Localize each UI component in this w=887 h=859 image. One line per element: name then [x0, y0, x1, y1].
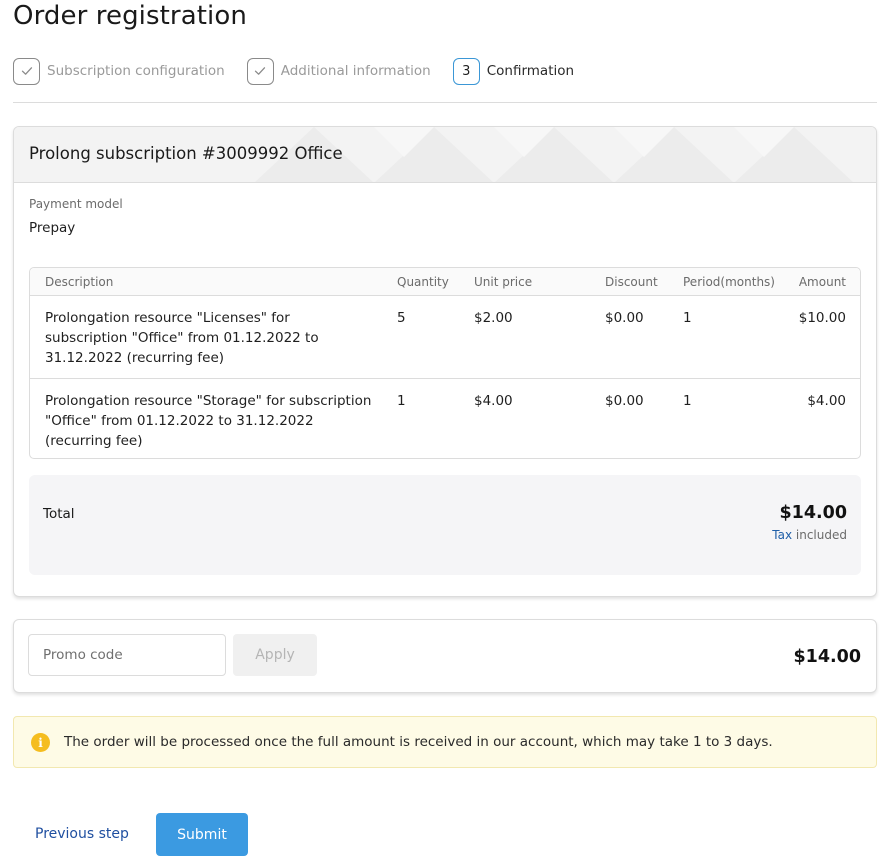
step-number-badge: 3 — [452, 57, 480, 85]
submit-button[interactable]: Submit — [156, 813, 248, 856]
row-unit-price: $4.00 — [474, 393, 513, 409]
check-icon — [246, 57, 274, 85]
tax-suffix: included — [792, 528, 847, 542]
column-header-quantity: Quantity — [397, 275, 449, 289]
row-period: 1 — [683, 310, 692, 326]
table-row: Prolongation resource "Licenses" for sub… — [30, 296, 860, 378]
column-header-discount: Discount — [605, 275, 658, 289]
apply-button[interactable]: Apply — [233, 634, 317, 676]
column-header-description: Description — [45, 275, 114, 289]
promo-card: Apply $14.00 — [13, 619, 877, 693]
check-icon — [13, 57, 40, 85]
step-label: Subscription configuration — [47, 63, 225, 79]
step-additional-information[interactable]: Additional information — [246, 57, 431, 85]
row-amount: $4.00 — [807, 393, 846, 409]
tax-note: Tax included — [772, 528, 847, 542]
previous-step-link[interactable]: Previous step — [35, 826, 129, 842]
step-subscription-configuration[interactable]: Subscription configuration — [13, 57, 225, 85]
order-summary-card: Prolong subscription #3009992 Office Pay… — [13, 126, 877, 597]
tax-link[interactable]: Tax — [772, 528, 792, 542]
order-title: Prolong subscription #3009992 Office — [29, 144, 343, 163]
stepper: Subscription configuration Additional in… — [13, 57, 596, 85]
page-title: Order registration — [13, 1, 247, 31]
promo-code-input[interactable] — [28, 634, 226, 676]
row-discount: $0.00 — [605, 393, 644, 409]
row-amount: $10.00 — [798, 310, 846, 326]
row-period: 1 — [683, 393, 692, 409]
column-header-unit-price: Unit price — [474, 275, 533, 289]
card-header: Prolong subscription #3009992 Office — [14, 127, 876, 183]
divider — [13, 102, 877, 103]
payment-model-label: Payment model — [29, 197, 123, 211]
notice-text: The order will be processed once the ful… — [64, 734, 773, 750]
row-description: Prolongation resource "Storage" for subs… — [45, 393, 372, 449]
table-header: Description Quantity Unit price Discount… — [30, 268, 860, 296]
column-header-amount: Amount — [798, 275, 846, 289]
info-icon: i — [31, 733, 50, 752]
notice-banner: i The order will be processed once the f… — [13, 716, 877, 768]
step-label: Confirmation — [486, 63, 575, 79]
row-description: Prolongation resource "Licenses" for sub… — [45, 310, 319, 366]
column-header-period: Period(months) — [683, 275, 775, 289]
row-quantity: 5 — [397, 310, 406, 326]
total-section: Total $14.00 Tax included — [29, 475, 861, 575]
step-label: Additional information — [280, 63, 431, 79]
table-row: Prolongation resource "Storage" for subs… — [30, 378, 860, 460]
promo-total-amount: $14.00 — [793, 647, 861, 667]
step-confirmation: 3 Confirmation — [452, 57, 575, 85]
row-quantity: 1 — [397, 393, 406, 409]
step-number: 3 — [462, 63, 471, 79]
total-amount: $14.00 — [779, 503, 847, 523]
payment-model-value: Prepay — [29, 220, 76, 236]
total-label: Total — [43, 506, 75, 522]
row-unit-price: $2.00 — [474, 310, 513, 326]
order-items-table: Description Quantity Unit price Discount… — [29, 267, 861, 459]
row-discount: $0.00 — [605, 310, 644, 326]
